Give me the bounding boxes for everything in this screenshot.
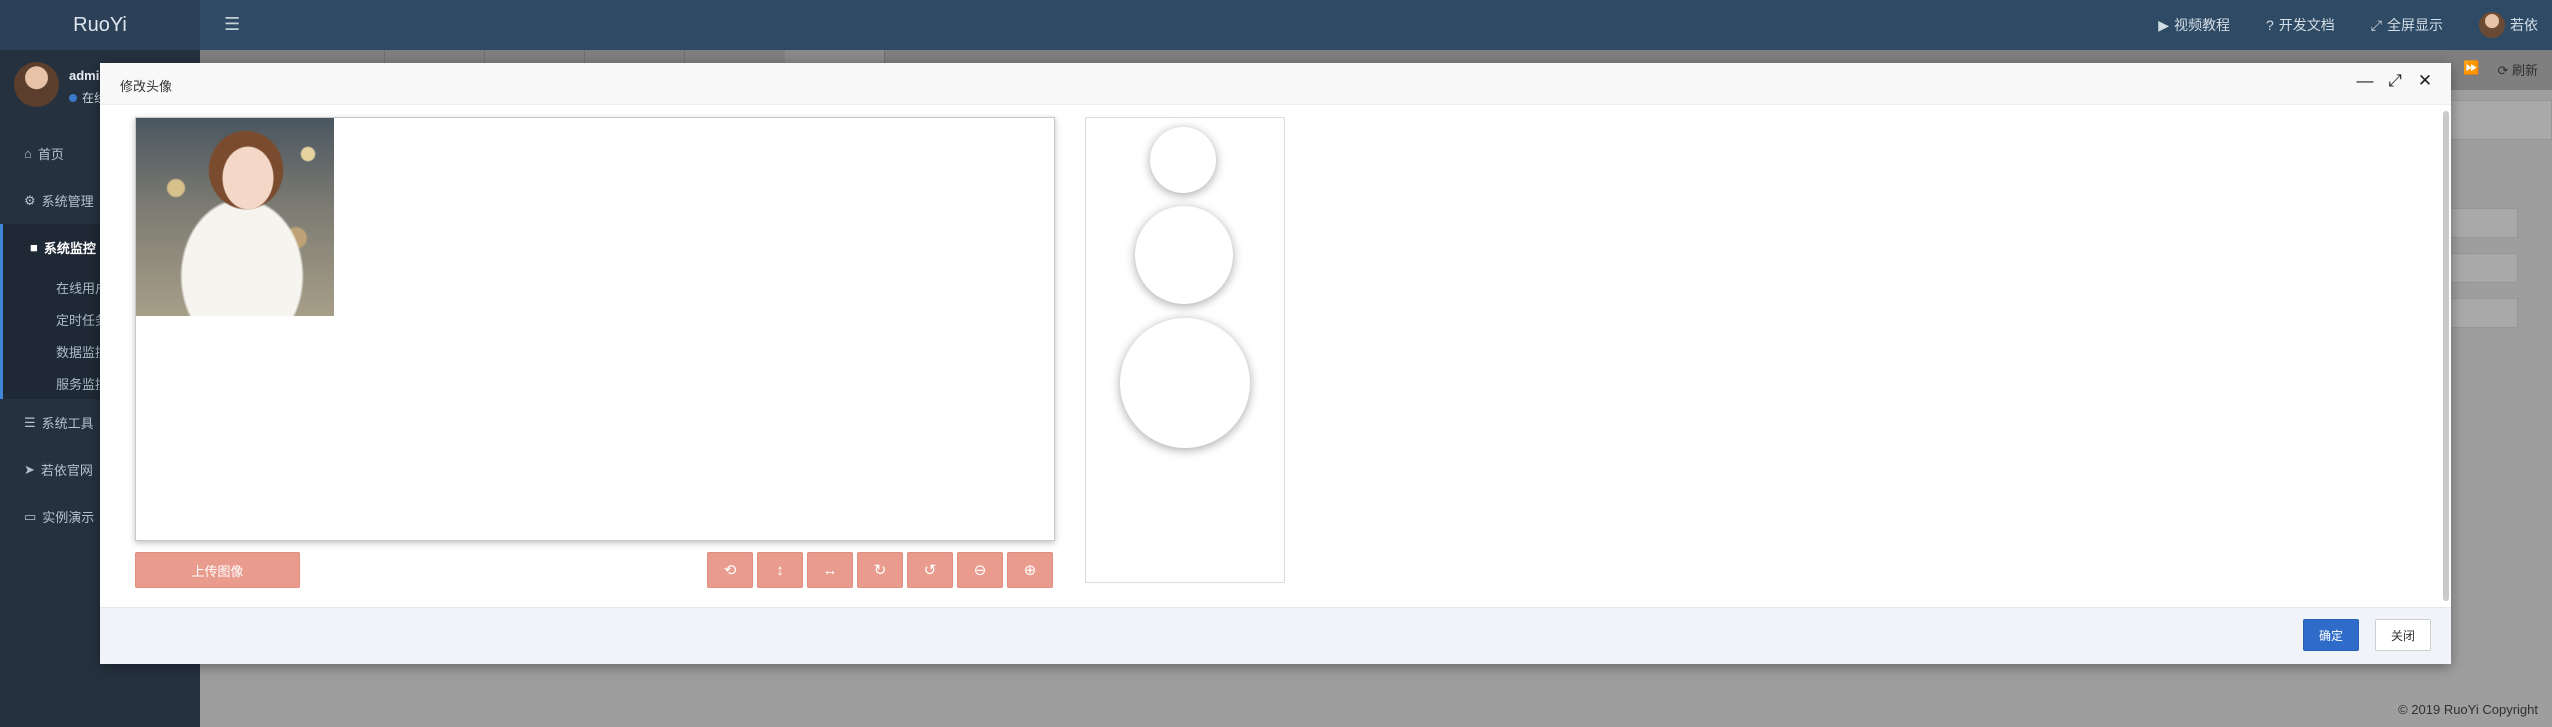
refresh-button[interactable]: ⟲	[707, 552, 753, 588]
close-icon[interactable]: ✕	[2417, 72, 2433, 89]
top-right-menu: ▶ 视频教程 ? 开发文档 ⤢ 全屏显示 若依	[2158, 0, 2538, 50]
video-icon: ▶	[2158, 16, 2169, 33]
forward-icon[interactable]: ⏩	[2463, 60, 2479, 79]
flip-horizontal-button[interactable]: ↔	[807, 552, 853, 588]
status-dot-icon	[69, 93, 77, 102]
app-logo[interactable]: RuoYi	[0, 0, 200, 50]
fullscreen-label: 全屏显示	[2387, 17, 2443, 33]
footer-copyright: © 2019 RuoYi Copyright	[2398, 702, 2538, 717]
sidebar-item-label: 系统监控	[43, 241, 96, 256]
avatar	[14, 62, 59, 107]
modal-scrollbar[interactable]	[2443, 111, 2449, 601]
hamburger-icon[interactable]: ☰	[224, 14, 240, 35]
flip-vertical-button[interactable]: ↕	[757, 552, 803, 588]
preview-large	[1120, 318, 1250, 448]
sidebar-item-label: 实例演示	[42, 510, 95, 525]
maximize-icon[interactable]: ⤢	[2387, 72, 2403, 89]
dev-docs-label: 开发文档	[2278, 17, 2335, 33]
zoom-in-icon: ⊕	[1023, 562, 1037, 579]
video-tutorial-label: 视频教程	[2174, 17, 2230, 33]
avatar-modal: 修改头像 — ⤢ ✕ 上传图像 ⟲ ↕ ↔ ↻ ↺ ⊖ ⊕ 确定 关闭	[100, 63, 2451, 664]
upload-image-button[interactable]: 上传图像	[135, 552, 300, 588]
modal-title: 修改头像	[120, 79, 173, 94]
close-button[interactable]: 关闭	[2375, 619, 2431, 651]
sidebar-user-panel: admin 在线	[14, 62, 107, 107]
confirm-button[interactable]: 确定	[2303, 619, 2359, 651]
zoom-in-button[interactable]: ⊕	[1007, 552, 1053, 588]
avatar	[2479, 12, 2505, 38]
gear-icon: ⚙	[24, 192, 36, 208]
camera-icon: ■	[30, 240, 38, 255]
modal-controls: — ⤢ ✕	[2357, 72, 2433, 89]
zoom-out-icon: ⊖	[973, 562, 987, 579]
rotate-left-button[interactable]: ↺	[907, 552, 953, 588]
desktop-icon: ▭	[24, 508, 37, 524]
rotate-right-button[interactable]: ↻	[857, 552, 903, 588]
rotate-left-icon: ↺	[923, 562, 937, 579]
preview-medium	[1135, 206, 1233, 304]
home-icon: ⌂	[24, 146, 32, 161]
user-menu-name: 若依	[2510, 17, 2538, 33]
send-icon: ➤	[24, 461, 35, 477]
modal-footer: 确定 关闭	[100, 607, 2451, 664]
flip-vertical-icon: ↕	[776, 561, 784, 579]
sidebar-item-label: 若依官网	[40, 463, 93, 478]
rotate-right-icon: ↻	[873, 562, 887, 579]
fullscreen-icon: ⤢	[2370, 16, 2382, 33]
tab-actions: ⏩ ⟳ 刷新	[2463, 60, 2538, 79]
modal-body: 上传图像 ⟲ ↕ ↔ ↻ ↺ ⊖ ⊕	[100, 105, 2451, 607]
refresh-icon: ⟲	[723, 562, 737, 579]
minimize-icon[interactable]: —	[2357, 72, 2374, 89]
dev-docs-link[interactable]: ? 开发文档	[2266, 15, 2335, 35]
preview-panel	[1085, 117, 1285, 583]
sidebar-item-label: 首页	[37, 147, 64, 162]
modal-header[interactable]: 修改头像 — ⤢ ✕	[100, 63, 2451, 105]
sidebar-item-label: 系统管理	[41, 194, 94, 209]
refresh-button[interactable]: ⟳ 刷新	[2497, 60, 2538, 79]
crop-toolbar: ⟲ ↕ ↔ ↻ ↺ ⊖ ⊕	[707, 552, 1053, 588]
flip-horizontal-icon: ↔	[822, 561, 838, 579]
preview-small	[1150, 127, 1216, 193]
user-menu[interactable]: 若依	[2479, 12, 2538, 38]
fullscreen-link[interactable]: ⤢ 全屏显示	[2371, 15, 2443, 35]
avatar-image[interactable]	[136, 118, 334, 316]
video-tutorial-link[interactable]: ▶ 视频教程	[2158, 15, 2230, 35]
bars-icon: ☰	[24, 414, 36, 430]
top-navbar: RuoYi ☰ ▶ 视频教程 ? 开发文档 ⤢ 全屏显示 若依	[0, 0, 2552, 50]
sidebar-item-label: 系统工具	[41, 416, 94, 431]
help-icon: ?	[2266, 17, 2274, 33]
crop-canvas[interactable]	[135, 117, 1055, 541]
zoom-out-button[interactable]: ⊖	[957, 552, 1003, 588]
